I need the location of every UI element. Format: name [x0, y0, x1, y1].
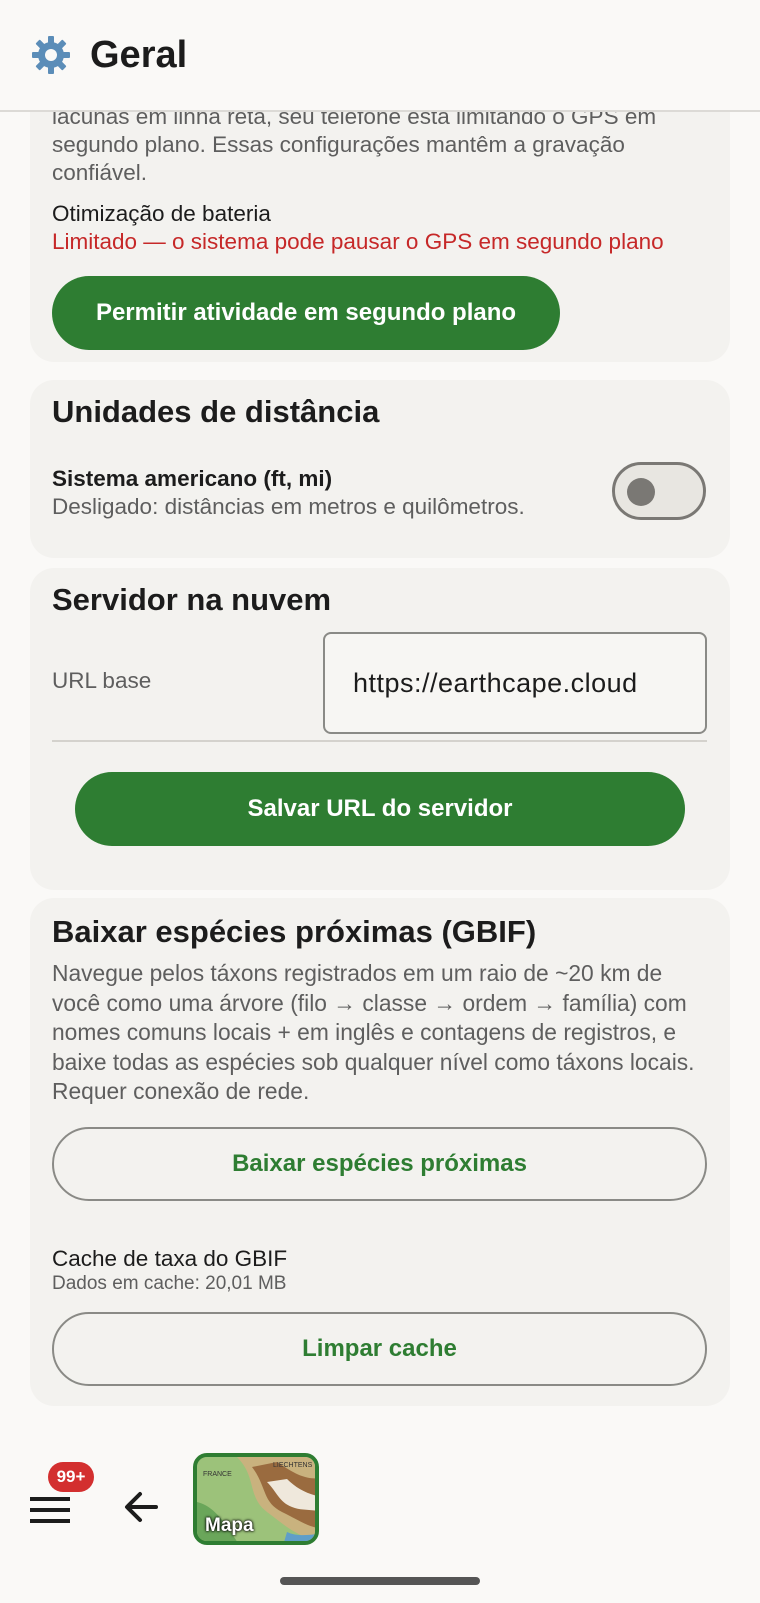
- gear-icon: [32, 36, 70, 74]
- imperial-units-description: Desligado: distâncias em metros e quilôm…: [52, 494, 525, 519]
- download-nearby-species-button[interactable]: Baixar espécies próximas: [52, 1127, 707, 1201]
- distance-units-title: Unidades de distância: [52, 394, 380, 429]
- gbif-card: Baixar espécies próximas (GBIF) Navegue …: [30, 898, 730, 1406]
- top-app-bar: Geral: [0, 0, 760, 112]
- base-url-input[interactable]: https://earthcape.cloud: [323, 632, 707, 734]
- distance-units-card: Unidades de distância Sistema americano …: [30, 380, 730, 558]
- battery-intro-text: lacunas em linha reta, seu telefone está…: [52, 104, 657, 185]
- url-divider: [52, 740, 707, 742]
- toggle-knob: [627, 478, 655, 506]
- map-thumbnail-button[interactable]: FRANCE LIECHTENS Mapa: [193, 1453, 319, 1545]
- battery-optimization-label: Otimização de bateria: [52, 201, 271, 226]
- page-title: Geral: [90, 33, 188, 76]
- back-arrow-icon[interactable]: [120, 1486, 162, 1528]
- map-tiny-label-france: FRANCE: [203, 1471, 232, 1478]
- map-label: Mapa: [205, 1515, 254, 1536]
- imperial-units-toggle[interactable]: [612, 462, 706, 520]
- gbif-description: Navegue pelos táxons registrados em um r…: [52, 960, 695, 1104]
- base-url-label: URL base: [52, 668, 152, 693]
- save-server-url-button[interactable]: Salvar URL do servidor: [75, 772, 685, 846]
- gbif-cache-title: Cache de taxa do GBIF: [52, 1246, 288, 1271]
- gbif-cache-size: Dados em cache: 20,01 MB: [52, 1273, 287, 1294]
- cloud-server-card: Servidor na nuvem URL base https://earth…: [30, 568, 730, 890]
- clear-cache-button[interactable]: Limpar cache: [52, 1312, 707, 1386]
- map-tiny-label-liechtenstein: LIECHTENS: [273, 1462, 313, 1469]
- menu-icon[interactable]: [28, 1492, 74, 1528]
- bottom-bar: 99+ FRANCE LIECHTENS Mapa: [0, 1440, 760, 1560]
- gbif-title: Baixar espécies próximas (GBIF): [52, 914, 537, 949]
- notification-badge: 99+: [48, 1462, 94, 1492]
- battery-optimization-status: Limitado — o sistema pode pausar o GPS e…: [52, 229, 664, 254]
- allow-background-activity-button[interactable]: Permitir atividade em segundo plano: [52, 276, 560, 350]
- cloud-server-title: Servidor na nuvem: [52, 582, 332, 617]
- settings-screen: lacunas em linha reta, seu telefone está…: [0, 0, 760, 1603]
- imperial-units-label: Sistema americano (ft, mi): [52, 466, 333, 491]
- home-indicator[interactable]: [280, 1577, 480, 1585]
